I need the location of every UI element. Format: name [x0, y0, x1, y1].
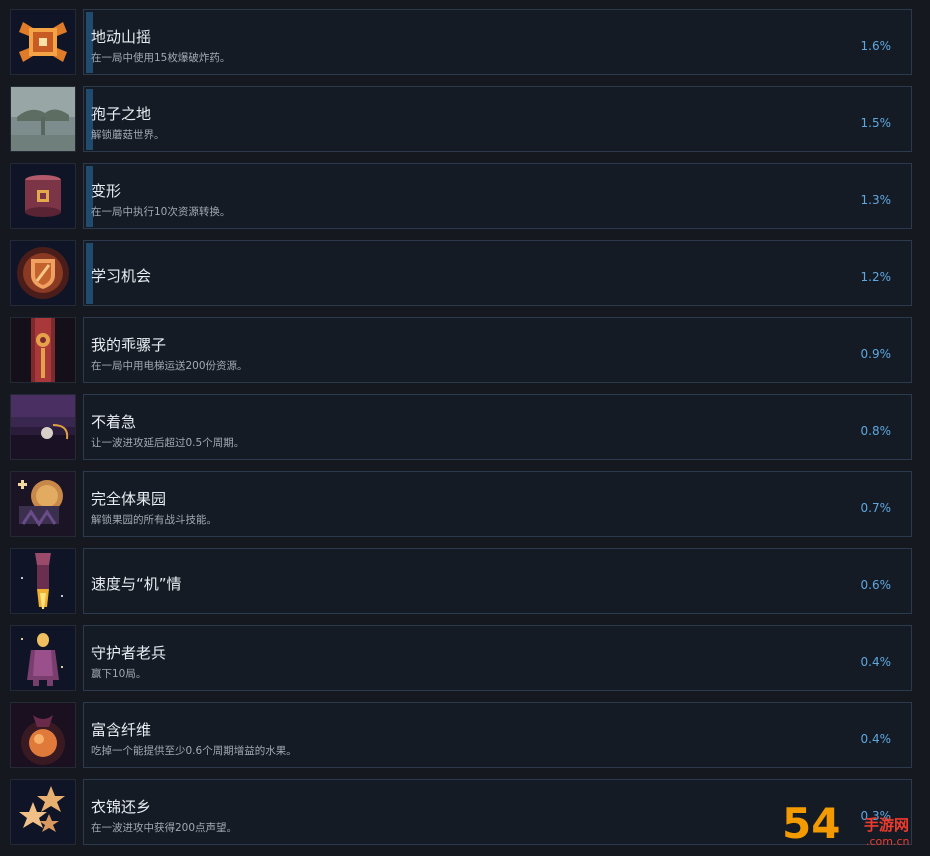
achievement-row[interactable]: 不着急 让一波进攻延后超过0.5个周期。 0.8% — [0, 394, 930, 460]
unlock-percentage: 0.8% — [860, 424, 892, 438]
explosive-chest-icon — [10, 9, 76, 75]
achievement-title: 孢子之地 — [91, 105, 152, 123]
rocket-icon — [10, 548, 76, 614]
achievement-row[interactable]: 学习机会 1.2% — [0, 240, 930, 306]
keeper-veteran-icon — [10, 625, 76, 691]
watermark-name: 手游网 — [864, 816, 910, 834]
stars-icon — [10, 779, 76, 845]
unlock-percentage: 0.6% — [860, 578, 892, 592]
achievement-title: 速度与“机”情 — [91, 575, 182, 593]
achievement-title: 完全体果园 — [91, 490, 167, 508]
achievement-row[interactable]: 速度与“机”情 0.6% — [0, 548, 930, 614]
achievement-panel: 守护者老兵 赢下10局。 0.4% — [83, 625, 912, 691]
achievement-description: 赢下10局。 — [91, 668, 147, 680]
achievement-panel: 不着急 让一波进攻延后超过0.5个周期。 0.8% — [83, 394, 912, 460]
achievement-row[interactable]: 变形 在一局中执行10次资源转换。 1.3% — [0, 163, 930, 229]
unlock-percentage: 0.7% — [860, 501, 892, 515]
achievement-description: 在一局中使用15枚爆破炸药。 — [91, 52, 231, 64]
achievement-row[interactable]: 完全体果园 解锁果园的所有战斗技能。 0.7% — [0, 471, 930, 537]
achievement-row[interactable]: 孢子之地 解锁蘑菇世界。 1.5% — [0, 86, 930, 152]
unlock-percentage: 0.4% — [860, 655, 892, 669]
achievement-row[interactable]: 富含纤维 吃掉一个能提供至少0.6个周期增益的水果。 0.4% — [0, 702, 930, 768]
night-landscape-icon — [10, 394, 76, 460]
achievement-title: 衣锦还乡 — [91, 798, 152, 816]
achievement-title: 守护者老兵 — [91, 644, 167, 662]
achievement-title: 不着急 — [91, 413, 137, 431]
unlock-percentage: 1.6% — [860, 39, 892, 53]
achievement-title: 我的乖骡子 — [91, 336, 167, 354]
transform-box-icon — [10, 163, 76, 229]
achievement-panel: 完全体果园 解锁果园的所有战斗技能。 0.7% — [83, 471, 912, 537]
achievement-description: 解锁果园的所有战斗技能。 — [91, 514, 217, 526]
unlock-percentage: 1.3% — [860, 193, 892, 207]
achievement-panel: 孢子之地 解锁蘑菇世界。 1.5% — [83, 86, 912, 152]
achievement-panel: 速度与“机”情 0.6% — [83, 548, 912, 614]
unlock-percentage: 0.9% — [860, 347, 892, 361]
achievement-title: 变形 — [91, 182, 122, 200]
orchard-icon — [10, 471, 76, 537]
achievement-panel: 变形 在一局中执行10次资源转换。 1.3% — [83, 163, 912, 229]
achievement-panel: 学习机会 1.2% — [83, 240, 912, 306]
achievement-description: 吃掉一个能提供至少0.6个周期增益的水果。 — [91, 745, 297, 757]
achievement-description: 在一波进攻中获得200点声望。 — [91, 822, 238, 834]
unlock-percentage: 1.2% — [860, 270, 892, 284]
achievement-panel: 地动山摇 在一局中使用15枚爆破炸药。 1.6% — [83, 9, 912, 75]
achievement-title: 地动山摇 — [91, 28, 152, 46]
elevator-banner-icon — [10, 317, 76, 383]
watermark-url: .com.cn — [866, 835, 910, 848]
glowing-shield-icon — [10, 240, 76, 306]
watermark-logo: 54 — [782, 799, 841, 848]
achievement-description: 在一局中用电梯运送200份资源。 — [91, 360, 248, 372]
unlock-percentage: 0.4% — [860, 732, 892, 746]
achievement-title: 学习机会 — [91, 267, 152, 285]
mushroom-world-icon — [10, 86, 76, 152]
achievement-panel: 富含纤维 吃掉一个能提供至少0.6个周期增益的水果。 0.4% — [83, 702, 912, 768]
achievement-title: 富含纤维 — [91, 721, 152, 739]
fruit-icon — [10, 702, 76, 768]
unlock-percentage: 1.5% — [860, 116, 892, 130]
achievement-row[interactable]: 地动山摇 在一局中使用15枚爆破炸药。 1.6% — [0, 9, 930, 75]
achievement-description: 让一波进攻延后超过0.5个周期。 — [91, 437, 245, 449]
achievement-description: 在一局中执行10次资源转换。 — [91, 206, 231, 218]
site-watermark: 54 手游网 .com.cn — [782, 800, 930, 856]
achievement-row[interactable]: 守护者老兵 赢下10局。 0.4% — [0, 625, 930, 691]
achievement-panel: 我的乖骡子 在一局中用电梯运送200份资源。 0.9% — [83, 317, 912, 383]
achievement-row[interactable]: 我的乖骡子 在一局中用电梯运送200份资源。 0.9% — [0, 317, 930, 383]
achievement-description: 解锁蘑菇世界。 — [91, 129, 165, 141]
